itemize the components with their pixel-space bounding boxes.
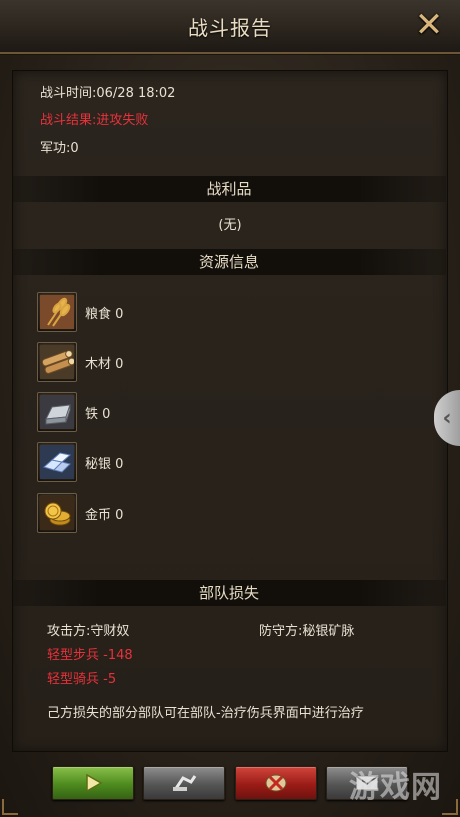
attacker-name: 攻击方:守财奴 [47,624,130,639]
resource-row-food: 粮食 0 [37,292,123,332]
heal-note: 己方损失的部分部队可在部队-治疗伤兵界面中进行治疗 [47,706,364,721]
share-button[interactable] [143,766,225,800]
resource-label-mithril: 秘银 0 [85,456,124,472]
page-title: 战斗报告 [188,16,272,40]
resources-header: 资源信息 [12,249,446,275]
mithril-icon [37,442,77,482]
delete-icon [265,774,287,792]
military-merit: 军功:0 [40,141,79,156]
close-button[interactable]: ✕ [412,8,446,42]
troop-loss-item: 轻型骑兵 -5 [47,672,117,687]
gold-coin-icon [37,493,77,533]
resource-label-gold: 金币 0 [85,507,124,523]
resource-label-food: 粮食 0 [85,306,124,322]
resource-row-mithril: 秘银 0 [37,442,123,482]
chevron-left-icon: ‹ [442,405,452,431]
defender-name: 防守方:秘银矿脉 [259,624,355,639]
resource-label-wood: 木材 0 [85,356,124,372]
replay-button[interactable] [52,766,134,800]
iron-ingot-icon [37,392,77,432]
troop-loss-item: 轻型步兵 -148 [47,648,133,663]
battle-result: 战斗结果:进攻失败 [40,113,149,128]
share-icon [173,775,197,791]
wheat-icon [37,292,77,332]
frame-corner [2,799,18,815]
delete-button[interactable] [235,766,317,800]
battle-time: 战斗时间:06/28 18:02 [40,86,176,101]
spoils-value: (无) [218,218,242,233]
resource-label-iron: 铁 0 [85,406,111,422]
resource-row-gold: 金币 0 [37,493,123,533]
title-bar: 战斗报告 ✕ [0,0,460,54]
wood-icon [37,342,77,382]
play-icon [86,773,103,793]
spoils-header: 战利品 [12,176,446,202]
frame-corner [442,799,458,815]
resource-row-iron: 铁 0 [37,392,110,432]
site-watermark: 游戏网 [349,770,442,805]
troop-loss-header: 部队损失 [12,580,446,606]
close-icon: ✕ [414,5,444,45]
resource-row-wood: 木材 0 [37,342,123,382]
